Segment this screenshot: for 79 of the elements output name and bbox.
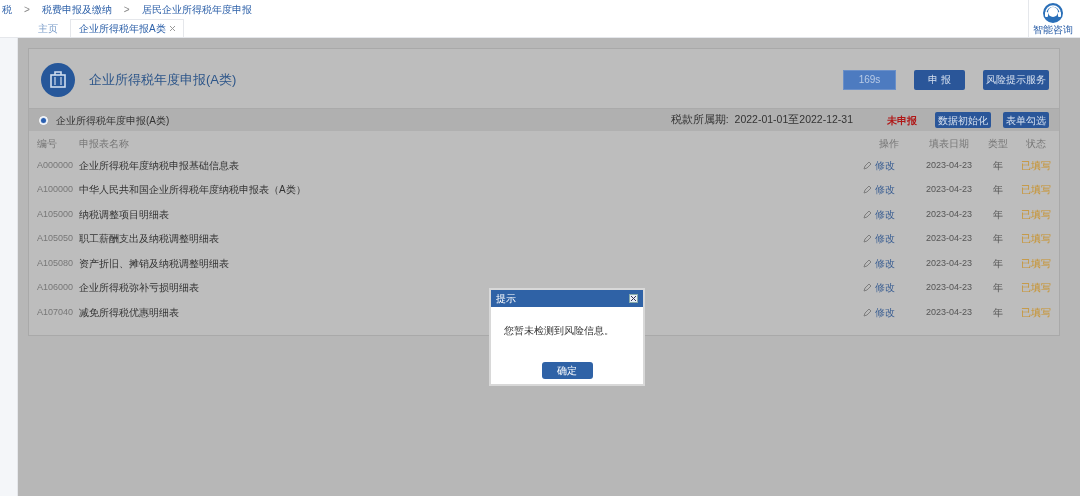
- pencil-icon: [863, 185, 872, 195]
- table-cell-text: 职工薪酬支出及纳税调整明细表: [79, 232, 220, 247]
- table-cell-text: 企业所得税年度纳税申报基础信息表: [79, 158, 240, 173]
- edit-link[interactable]: 修改: [875, 280, 895, 296]
- confirm-button[interactable]: 确定: [541, 362, 593, 379]
- table-cell-text: 2023-04-23: [924, 207, 973, 221]
- table-cell-text: 2023-04-23: [924, 281, 973, 294]
- close-button[interactable]: [629, 294, 638, 303]
- status-label: 已填写: [1021, 184, 1051, 196]
- breadcrumb-link[interactable]: 税费申报及缴纳: [41, 1, 112, 17]
- table-cell-text: 企业所得税弥补亏损明细表: [79, 281, 200, 296]
- table-cell-text: 2023-04-23: [924, 158, 973, 172]
- pencil-icon: [863, 307, 872, 317]
- table-cell-text: 减免所得税优惠明细表: [79, 305, 180, 320]
- table-cell-text: 纳税调整项目明细表: [79, 207, 170, 222]
- edit-link[interactable]: 修改: [875, 157, 895, 173]
- pencil-icon: [863, 209, 872, 219]
- help-label: 智能咨询: [1032, 25, 1073, 35]
- tax-period: 税款所属期: 2022-01-01至2022-12-31: [670, 112, 853, 128]
- breadcrumb-link[interactable]: 税: [2, 1, 12, 17]
- table-cell-text: 中华人民共和国企业所得税年度纳税申报表（A类）: [79, 183, 307, 198]
- table-cell-text: 年: [992, 281, 1004, 296]
- table-cell-text: A100000: [36, 183, 75, 196]
- table-cell-text: 年: [992, 256, 1004, 271]
- dialog-title: 提示: [496, 292, 516, 306]
- status-label: 已填写: [1021, 282, 1051, 294]
- help-button[interactable]: 智能咨询: [1028, 0, 1076, 37]
- status-label: 已填写: [1021, 306, 1051, 318]
- table-cell-text: A105050: [36, 232, 75, 245]
- tab[interactable]: 企业所得税年报A类: [70, 19, 184, 37]
- table-cell-text: 资产折旧、摊销及纳税调整明细表: [79, 256, 230, 271]
- pencil-icon: [863, 234, 872, 244]
- table-cell-text: A105080: [36, 256, 75, 270]
- headset-icon: [1041, 2, 1064, 24]
- breadcrumb-link[interactable]: 居民企业所得税年度申报: [141, 1, 252, 17]
- action-button[interactable]: 申 报: [914, 69, 965, 90]
- table-cell-text: 年: [992, 232, 1004, 247]
- table-cell-text: A106000: [36, 281, 75, 294]
- table-cell-text: 2023-04-23: [924, 305, 973, 319]
- status-label: 已填写: [1021, 159, 1051, 171]
- panel-title: 企业所得税年度申报(A类): [89, 70, 238, 89]
- column-header: 编号: [36, 136, 58, 151]
- table-cell-text: 年: [992, 183, 1004, 198]
- action-button[interactable]: 风险提示服务: [983, 69, 1049, 90]
- status-label: 已填写: [1021, 233, 1051, 245]
- briefcase-icon: [41, 62, 75, 97]
- table-cell-text: 年: [992, 305, 1004, 320]
- table-cell-text: 2023-04-23: [924, 256, 973, 270]
- edit-link[interactable]: 修改: [875, 231, 895, 247]
- table-cell-text: 年: [992, 158, 1004, 173]
- form-label: 企业所得税年度申报(A类): [56, 113, 171, 128]
- action-button[interactable]: 表单勾选: [1003, 112, 1049, 128]
- pencil-icon: [863, 160, 872, 170]
- edit-link[interactable]: 修改: [875, 182, 895, 198]
- table-cell-text: A105000: [36, 207, 75, 221]
- dialog-message: 您暂未检测到风险信息。: [504, 324, 615, 338]
- pencil-icon: [863, 258, 872, 268]
- edit-link[interactable]: 修改: [875, 255, 895, 271]
- separator-icon: >: [123, 1, 130, 17]
- pencil-icon: [863, 283, 872, 293]
- action-button[interactable]: 数据初始化: [935, 112, 991, 128]
- table-cell-text: A000000: [36, 158, 75, 172]
- radio-button[interactable]: [39, 115, 48, 125]
- column-header: 状态: [1025, 136, 1047, 151]
- filing-status: 未申报: [887, 113, 917, 128]
- table-cell-text: 2023-04-23: [924, 232, 973, 245]
- column-header: 申报表名称: [79, 136, 130, 151]
- status-label: 已填写: [1021, 257, 1051, 269]
- column-header: 操作: [878, 136, 900, 151]
- separator-icon: >: [24, 1, 30, 17]
- close-icon: [631, 296, 636, 301]
- tab[interactable]: 主页: [30, 19, 66, 37]
- table-cell-text: A107040: [36, 305, 75, 319]
- close-icon[interactable]: [169, 26, 175, 31]
- edit-link[interactable]: 修改: [875, 304, 895, 320]
- table-cell-text: 2023-04-23: [924, 183, 973, 196]
- edit-link[interactable]: 修改: [875, 206, 895, 222]
- table-cell-text: 年: [992, 207, 1004, 222]
- status-label: 已填写: [1021, 208, 1051, 220]
